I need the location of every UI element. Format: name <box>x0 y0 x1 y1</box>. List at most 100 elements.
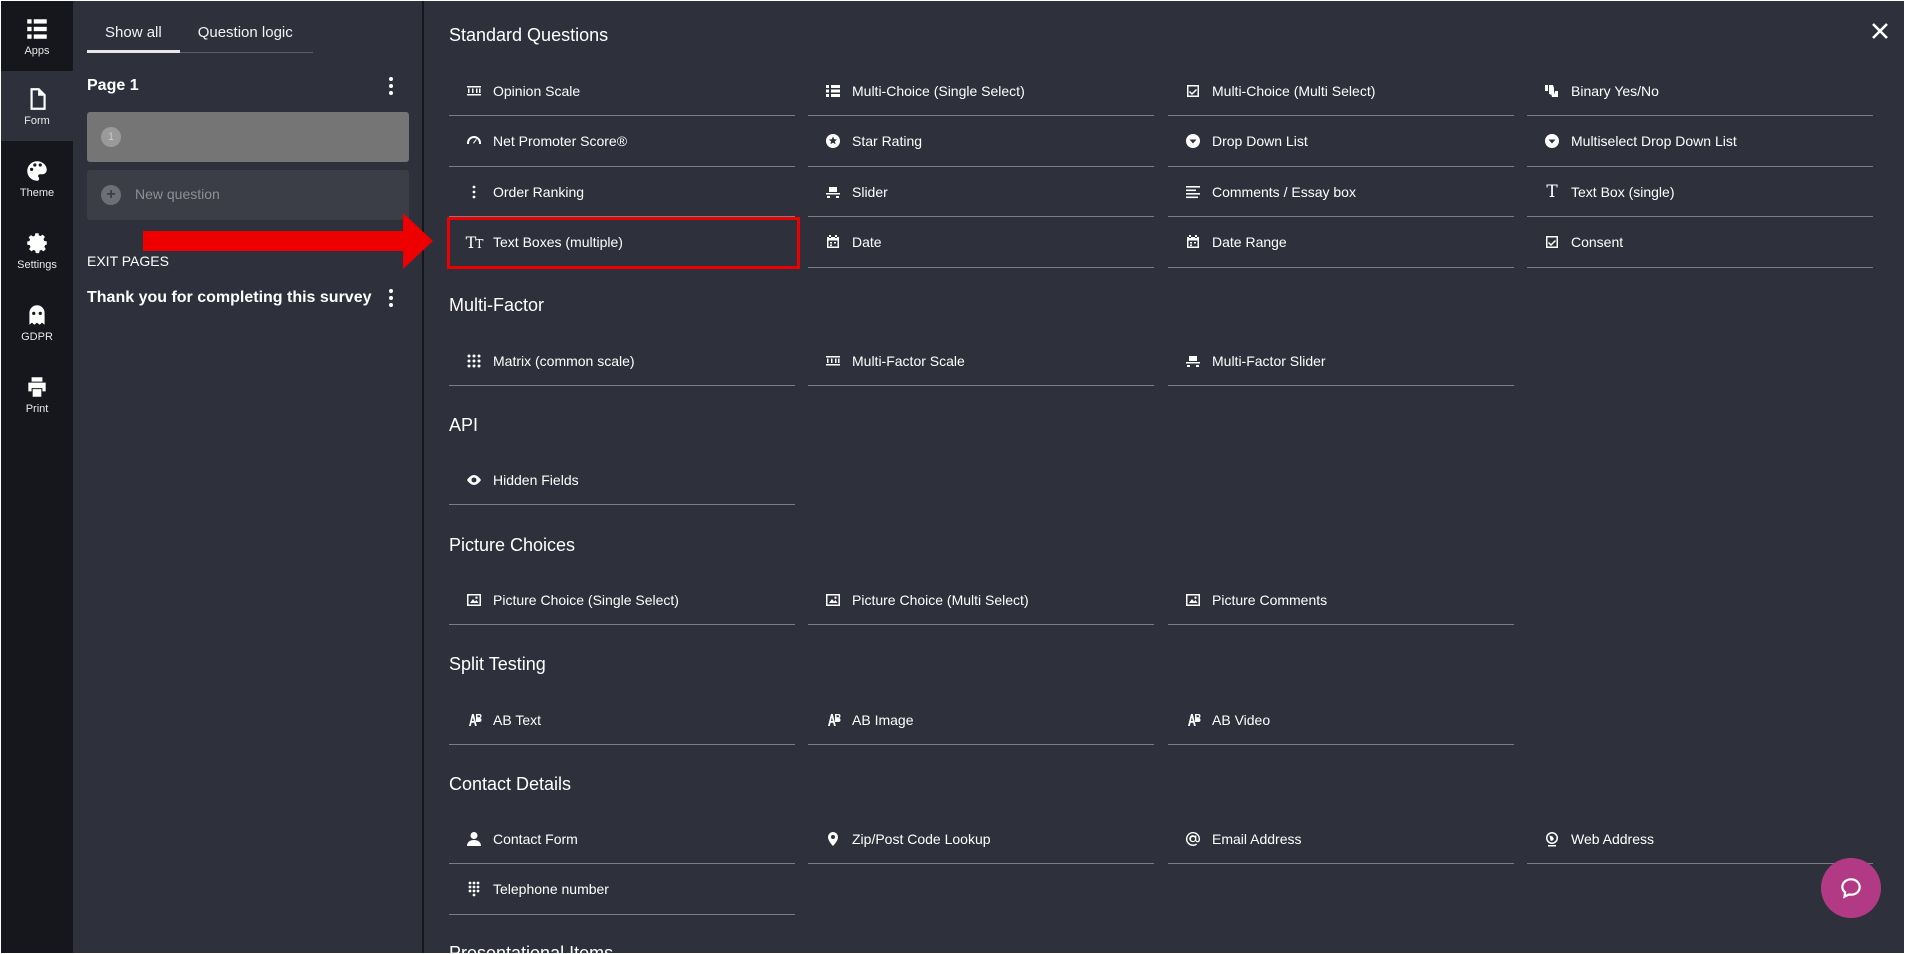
question-type-label: Comments / Essay box <box>1212 183 1356 200</box>
question-type-label: Picture Comments <box>1212 591 1328 608</box>
question-type-picture-choice-multi-select[interactable]: Picture Choice (Multi Select) <box>808 575 1154 625</box>
question-type-picture-choice-single-select[interactable]: Picture Choice (Single Select) <box>449 575 795 625</box>
question-type-multi-factor-slider[interactable]: Multi-Factor Slider <box>1168 336 1514 386</box>
close-button[interactable] <box>1868 19 1892 43</box>
question-type-ab-video[interactable]: AB Video <box>1168 695 1514 745</box>
question-type-slider[interactable]: Slider <box>808 167 1154 217</box>
question-number: 1 <box>101 127 121 147</box>
question-type-label: Zip/Post Code Lookup <box>852 830 991 847</box>
question-type-label: Matrix (common scale) <box>493 352 635 369</box>
help-chat-button[interactable] <box>1821 858 1881 918</box>
question-type-telephone-number[interactable]: Telephone number <box>449 865 795 915</box>
exit-pages-heading: EXIT PAGES <box>87 253 169 269</box>
question-type-matrix-common-scale[interactable]: Matrix (common scale) <box>449 336 795 386</box>
rail-label: Settings <box>17 258 57 271</box>
section-title: API <box>449 415 479 435</box>
calendar-icon <box>824 233 842 251</box>
question-type-binary-yes-no[interactable]: Binary Yes/No <box>1527 66 1873 116</box>
question-card[interactable]: 1 <box>87 112 409 162</box>
new-question-label: New question <box>135 186 220 202</box>
slider-icon <box>824 183 842 201</box>
question-type-comments-essay-box[interactable]: Comments / Essay box <box>1168 167 1514 217</box>
ab-icon <box>1184 711 1202 729</box>
settings-icon <box>27 232 47 253</box>
question-type-label: Multiselect Drop Down List <box>1571 133 1737 149</box>
question-type-multiselect-drop-down-list[interactable]: Multiselect Drop Down List <box>1527 117 1873 167</box>
checkbox-icon <box>1543 233 1561 251</box>
question-type-drop-down-list[interactable]: Drop Down List <box>1168 117 1514 167</box>
question-type-contact-form[interactable]: Contact Form <box>449 814 795 864</box>
gdpr-icon <box>29 304 45 325</box>
ab-icon <box>824 711 842 729</box>
rail-label: GDPR <box>21 330 53 343</box>
rail-settings[interactable]: Settings <box>1 215 73 285</box>
question-type-multi-choice-multi-select[interactable]: Multi-Choice (Multi Select) <box>1168 66 1514 116</box>
question-type-picture-comments[interactable]: Picture Comments <box>1168 575 1514 625</box>
exit-page-menu-icon[interactable] <box>381 287 401 309</box>
text-icon: T <box>1546 181 1558 202</box>
pin-icon <box>824 830 842 848</box>
question-type-list: Standard Questions Opinion Scale Multi-Cho… <box>425 1 1904 953</box>
question-type-label: Telephone number <box>493 881 609 897</box>
form-icon <box>30 87 46 110</box>
rail-gdpr[interactable]: GDPR <box>1 287 73 357</box>
question-type-label: Multi-Factor Scale <box>852 352 965 369</box>
tab-question-logic[interactable]: Question logic <box>180 15 311 53</box>
rail-label: Form <box>24 114 50 127</box>
question-type-text-box-single[interactable]: T Text Box (single) <box>1527 167 1873 217</box>
apps-icon <box>27 18 47 39</box>
chat-icon <box>1841 878 1861 899</box>
question-type-email-address[interactable]: Email Address <box>1168 814 1514 864</box>
question-type-order-ranking[interactable]: Order Ranking <box>449 167 795 217</box>
question-type-label: AB Video <box>1212 711 1271 728</box>
rail-apps[interactable]: Apps <box>1 1 73 71</box>
question-type-date-range[interactable]: Date Range <box>1168 218 1514 268</box>
rail-print[interactable]: Print <box>1 359 73 429</box>
question-type-ab-text[interactable]: AB Text <box>449 695 795 745</box>
question-type-label: Net Promoter Score® <box>493 133 628 149</box>
question-type-zip-post-code-lookup[interactable]: Zip/Post Code Lookup <box>808 814 1154 864</box>
question-type-web-address[interactable]: Web Address <box>1527 814 1873 864</box>
question-type-hidden-fields[interactable]: Hidden Fields <box>449 455 795 505</box>
new-question-button[interactable]: + New question <box>87 170 409 220</box>
question-type-label: Date Range <box>1212 234 1287 250</box>
question-type-consent[interactable]: Consent <box>1527 218 1873 268</box>
rail-theme[interactable]: Theme <box>1 143 73 213</box>
question-type-label: Picture Choice (Single Select) <box>493 591 679 608</box>
question-type-text-boxes-multiple[interactable]: TT Text Boxes (multiple) <box>449 218 795 268</box>
panel-tabs: Show all Question logic <box>87 15 313 53</box>
form-panel: Show all Question logic Page 1 1 + New q… <box>73 1 424 953</box>
person-icon <box>465 830 483 848</box>
question-type-opinion-scale[interactable]: Opinion Scale <box>449 66 795 116</box>
question-type-ab-image[interactable]: AB Image <box>808 695 1154 745</box>
question-type-label: Hidden Fields <box>493 471 579 488</box>
star-icon <box>824 132 842 150</box>
app-window: Apps Form Theme Settings GDPR Print Show… <box>1 1 1904 953</box>
question-type-multi-factor-scale[interactable]: Multi-Factor Scale <box>808 336 1154 386</box>
page-menu-icon[interactable] <box>381 75 401 97</box>
tab-show-all[interactable]: Show all <box>87 15 180 53</box>
question-type-label: Email Address <box>1212 830 1302 847</box>
close-icon <box>1872 23 1888 39</box>
question-type-label: Text Boxes (multiple) <box>493 234 623 250</box>
page-title: Page 1 <box>87 77 139 94</box>
exit-page-title[interactable]: Thank you for completing this survey <box>87 289 372 307</box>
print-icon <box>28 376 46 397</box>
question-type-label: Order Ranking <box>493 183 585 200</box>
question-type-label: Date <box>852 234 882 250</box>
list-icon <box>824 82 842 100</box>
dialpad-icon <box>465 880 483 898</box>
section-title: Split Testing <box>449 654 546 674</box>
question-type-star-rating[interactable]: Star Rating <box>808 117 1154 167</box>
annotation-arrow-head <box>403 213 433 269</box>
question-type-label: Multi-Factor Slider <box>1212 352 1326 369</box>
question-type-multi-choice-single-select[interactable]: Multi-Choice (Single Select) <box>808 66 1154 116</box>
question-type-date[interactable]: Date <box>808 218 1154 268</box>
question-type-label: Consent <box>1571 234 1624 250</box>
rail-form[interactable]: Form <box>1 71 73 141</box>
question-type-label: Web Address <box>1571 830 1655 847</box>
question-type-label: Binary Yes/No <box>1571 82 1659 99</box>
question-type-net-promoter-score[interactable]: Net Promoter Score® <box>449 117 795 167</box>
section-title: Picture Choices <box>449 535 576 555</box>
ab-icon <box>465 711 483 729</box>
